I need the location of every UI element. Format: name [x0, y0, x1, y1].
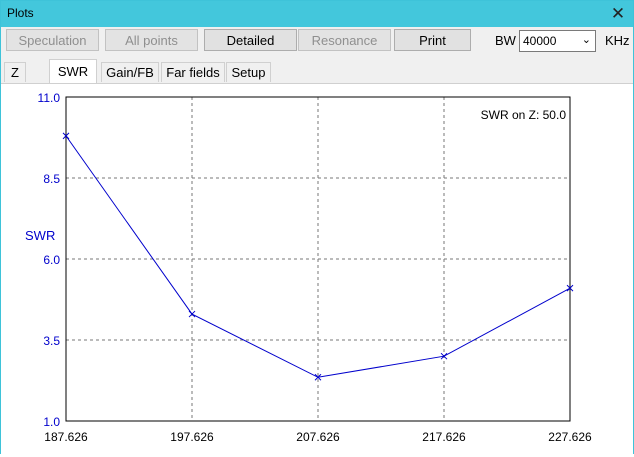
- x-tick-label: 217.626: [422, 430, 466, 444]
- x-tick-label: 197.626: [170, 430, 214, 444]
- bw-label: BW: [495, 33, 516, 48]
- tab-z[interactable]: Z: [4, 62, 26, 82]
- x-axis-ticks: 187.626 197.626 207.626 217.626 227.626: [44, 430, 592, 444]
- swr-chart: 11.0 8.5 6.0 3.5 1.0 187.626 197.626 207.626 21…: [25, 91, 592, 444]
- tab-swr[interactable]: SWR: [49, 59, 97, 83]
- y-tick-label: 1.0: [43, 415, 60, 429]
- y-axis-label: SWR: [25, 228, 55, 243]
- tab-strip: Z SWR Gain/FB Far fields Setup: [1, 59, 633, 83]
- all-points-button[interactable]: All points: [105, 29, 198, 51]
- y-tick-label: 8.5: [43, 172, 60, 186]
- y-tick-label: 3.5: [43, 334, 60, 348]
- tab-setup[interactable]: Setup: [226, 62, 271, 82]
- y-axis-ticks: 11.0 8.5 6.0 3.5 1.0: [38, 91, 61, 429]
- data-point-marker: [188, 310, 196, 318]
- resonance-button[interactable]: Resonance: [298, 29, 391, 51]
- toolbar: Speculation All points Detailed Resonanc…: [1, 27, 633, 59]
- window-title: Plots: [7, 6, 34, 20]
- chart-grid: [66, 97, 570, 421]
- swr-series-line: [65, 135, 571, 378]
- unit-label: KHz: [605, 33, 630, 48]
- y-tick-label: 6.0: [43, 253, 60, 267]
- x-tick-label: 207.626: [296, 430, 340, 444]
- x-tick-label: 227.626: [548, 430, 592, 444]
- x-tick-label: 187.626: [44, 430, 88, 444]
- close-icon[interactable]: ✕: [607, 3, 629, 25]
- speculation-button[interactable]: Speculation: [6, 29, 99, 51]
- chevron-down-icon: ⌄: [581, 34, 591, 46]
- plot-area: 11.0 8.5 6.0 3.5 1.0 187.626 197.626 207.626 21…: [1, 83, 633, 454]
- detailed-button[interactable]: Detailed: [204, 29, 297, 51]
- print-button[interactable]: Print: [394, 29, 471, 51]
- title-bar: Plots ✕: [1, 1, 633, 27]
- bw-select[interactable]: 40000 ⌄: [519, 30, 596, 52]
- plots-window: Plots ✕ Speculation All points Detailed …: [0, 0, 634, 454]
- bw-value: 40000: [523, 34, 557, 48]
- y-tick-label: 11.0: [38, 91, 61, 105]
- tab-far-fields[interactable]: Far fields: [161, 62, 225, 82]
- tab-gain-fb[interactable]: Gain/FB: [101, 62, 159, 82]
- chart-annotation: SWR on Z: 50.0: [481, 108, 567, 122]
